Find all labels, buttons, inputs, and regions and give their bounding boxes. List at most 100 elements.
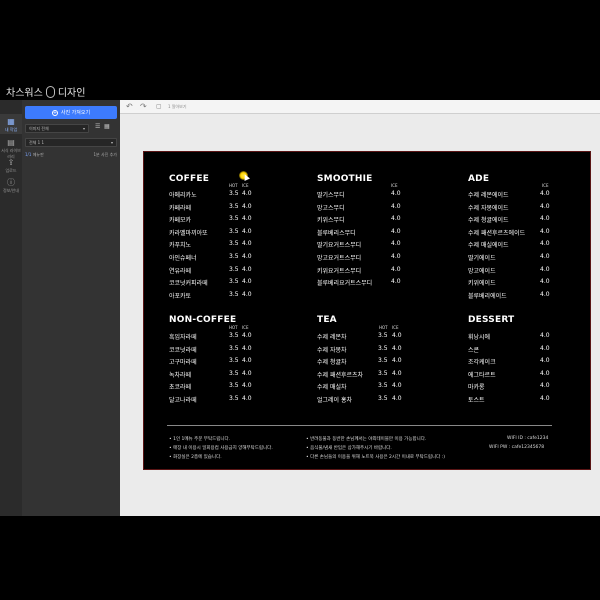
item-name: 카푸치노	[169, 242, 192, 250]
item-price: 4.0	[391, 265, 401, 273]
left-rail: ▦ 내 작업 ▤ 서식 라이브러리 ⇪ 업로드 ⓘ 정보/안내	[0, 100, 22, 516]
sort-select[interactable]: 전체 1 1 ▾	[25, 138, 117, 147]
item-price: 4.0	[540, 215, 550, 223]
ade-ice-header: ICE	[542, 183, 549, 188]
item-name: 수제 레몬차	[317, 334, 347, 341]
app-title: 차스워스 디자인	[6, 84, 85, 99]
item-price: 4.0	[540, 344, 550, 352]
filter-select[interactable]: 이미지 전체 ▾	[25, 124, 89, 133]
item-price-ice: 4.0	[242, 227, 252, 235]
wifi-id: WIFI ID : cafe1234	[507, 436, 549, 441]
item-price: 4.0	[391, 240, 401, 248]
tea-hot-header: HOT	[379, 325, 388, 330]
coffee-title: COFFEE	[169, 174, 210, 184]
menu-board[interactable]	[143, 151, 591, 470]
item-price: 3.5	[229, 278, 239, 286]
item-name: 얼그레이 홍차	[317, 397, 353, 404]
item-price-ice: 4.0	[242, 265, 252, 273]
item-price-ice: 4.0	[242, 278, 252, 286]
item-price-ice: 4.0	[392, 344, 402, 352]
item-price: 3.5	[378, 382, 388, 390]
note-left-2: • 매장 내 이용시 일회용컵 사용금지 양해부탁드립니다.	[169, 446, 273, 451]
item-price-ice: 4.0	[242, 202, 252, 210]
item-name: 키위에이드	[468, 280, 496, 288]
item-price: 4.0	[540, 369, 550, 377]
grid-icon: ▦	[7, 117, 15, 126]
item-price-ice: 4.0	[242, 395, 252, 402]
item-price-ice: 4.0	[242, 344, 252, 352]
document-icon[interactable]: ▢	[156, 103, 162, 110]
item-name: 블루베리요거트스무디	[317, 280, 373, 288]
item-price: 3.5	[229, 215, 239, 223]
item-price-ice: 4.0	[392, 382, 402, 390]
item-name: 키위요거트스무디	[317, 267, 362, 275]
item-price-ice: 4.0	[392, 332, 402, 339]
item-name: 수제 매실에이드	[468, 242, 509, 250]
item-price: 4.0	[540, 332, 550, 339]
rail-item-upload[interactable]: ⇪ 업로드	[0, 156, 22, 173]
item-price-ice: 4.0	[242, 369, 252, 377]
item-name: 에그타르트	[468, 371, 496, 379]
cursor-highlight-icon	[239, 171, 248, 180]
item-name: 블루베리에이드	[468, 292, 507, 300]
item-price: 3.5	[378, 395, 388, 402]
item-name: 수제 자몽에이드	[468, 204, 509, 212]
divider	[167, 425, 552, 426]
item-price-ice: 4.0	[242, 240, 252, 248]
wifi-pw: WIFI PW : cafe12345678	[489, 445, 545, 450]
note-left-3: • 화장실은 2층에 있습니다.	[169, 455, 222, 460]
item-name: 블루베리스무디	[317, 229, 356, 237]
list-view-icon[interactable]: ☰	[95, 124, 101, 130]
smoothie-ice-header: ICE	[391, 183, 398, 188]
item-price: 3.5	[229, 227, 239, 235]
item-price: 4.0	[391, 227, 401, 235]
item-name: 카페라떼	[169, 204, 192, 212]
item-price: 3.5	[229, 290, 239, 298]
item-price: 4.0	[540, 382, 550, 390]
item-price: 3.5	[229, 369, 239, 377]
item-price-ice: 4.0	[392, 395, 402, 402]
item-price-ice: 4.0	[242, 357, 252, 365]
item-name: 아메리카노	[169, 192, 197, 199]
item-price: 3.5	[229, 344, 239, 352]
item-name: 녹차라떼	[169, 371, 192, 379]
smoothie-title: SMOOTHIE	[317, 174, 373, 184]
plus-icon: +	[51, 109, 58, 116]
item-price: 4.0	[540, 240, 550, 248]
item-price: 3.5	[229, 253, 239, 260]
side-panel: + 사진 가져오기 이미지 전체 ▾ ☰ ▦ 전체 1 1 ▾ 1/1 메뉴판 …	[22, 100, 120, 516]
item-price: 3.5	[229, 190, 239, 197]
item-name: 망고에이드	[468, 267, 496, 275]
grid-view-icon[interactable]: ▦	[104, 124, 110, 130]
item-price: 4.0	[540, 395, 550, 402]
coffee-hot-header: HOT	[229, 183, 238, 188]
item-name: 마카롱	[468, 384, 485, 392]
item-price-ice: 4.0	[392, 369, 402, 377]
app-title-left: 차스워스	[6, 88, 43, 99]
item-name: 딸기에이드	[468, 255, 496, 262]
rail-item-info[interactable]: ⓘ 정보/안내	[0, 176, 22, 194]
item-name: 초코라떼	[169, 384, 192, 392]
item-price-ice: 4.0	[242, 253, 252, 260]
doc-label: 1 알아보기	[168, 104, 187, 109]
item-price: 4.0	[540, 253, 550, 260]
item-price: 4.0	[540, 265, 550, 273]
undo-icon[interactable]: ↶	[126, 102, 133, 111]
file-list-item[interactable]: 1/1 메뉴판 1분 사진 추가	[25, 152, 117, 158]
item-price: 3.5	[378, 357, 388, 365]
item-name: 딸기스무디	[317, 192, 345, 199]
item-name: 수제 매실차	[317, 384, 347, 392]
ade-title: ADE	[468, 174, 490, 184]
item-price: 4.0	[391, 278, 401, 286]
add-photo-button[interactable]: + 사진 가져오기	[25, 106, 117, 119]
item-name: 수제 패션후르츠차	[317, 371, 364, 379]
noncoffee-title: NON-COFFEE	[169, 315, 237, 325]
logo-icon	[45, 85, 55, 98]
rail-item-library[interactable]: ▤ 서식 라이브러리	[0, 136, 22, 159]
item-name: 카페모카	[169, 217, 192, 225]
rail-item-my-work[interactable]: ▦ 내 작업	[0, 114, 22, 134]
item-price-ice: 4.0	[242, 290, 252, 298]
redo-icon[interactable]: ↷	[140, 102, 147, 111]
item-price: 3.5	[229, 265, 239, 273]
item-price: 4.0	[391, 215, 401, 223]
